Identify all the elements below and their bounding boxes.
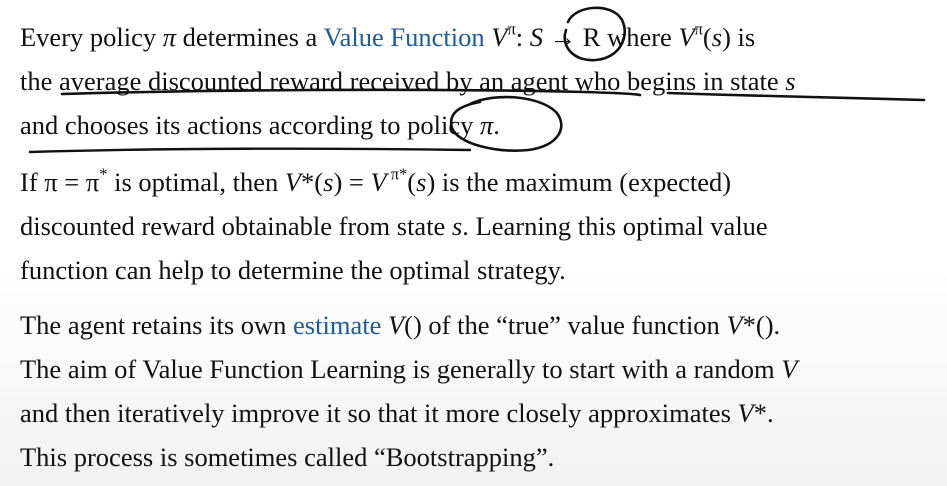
paragraph-2-line-1: If π = π* is optimal, then V*(s) = V π*(… <box>20 166 731 198</box>
text-run: *(). <box>742 310 781 340</box>
text-run: The agent retains its own <box>20 310 294 340</box>
math-symbol: V <box>737 398 754 428</box>
paragraph-1-line-3: and chooses its actions according to pol… <box>20 109 500 141</box>
superscript: π <box>694 19 703 39</box>
text-run: discounted reward obtainable from state <box>20 211 452 241</box>
highlighted-term: Value Function <box>323 22 485 52</box>
text-run: ( <box>702 22 712 52</box>
paragraph-2-line-3: function can help to determine the optim… <box>20 254 566 286</box>
text-run: ( <box>407 167 417 197</box>
text-run: . Learning this optimal value <box>462 211 768 241</box>
paragraph-3-line-2: The aim of Value Function Learning is ge… <box>20 353 797 385</box>
paragraph-1-line-2: the average discounted reward received b… <box>20 65 796 97</box>
text-run: The aim of Value Function Learning is ge… <box>20 354 782 384</box>
text-run: : <box>515 22 530 52</box>
paragraph-3-line-4: This process is sometimes called “Bootst… <box>20 441 554 473</box>
text-run: ( <box>314 167 324 197</box>
paragraph-2-line-2: discounted reward obtainable from state … <box>20 210 768 242</box>
text-run <box>381 310 388 340</box>
math-symbol: V <box>678 22 695 52</box>
paragraph-1-line-1: Every policy π determines a Value Functi… <box>20 21 755 53</box>
text-run: *. <box>753 398 774 428</box>
paragraph-3-line-3: and then iteratively improve it so that … <box>20 397 774 429</box>
highlighted-term: estimate <box>293 310 382 340</box>
text-run: If π = π <box>20 167 100 197</box>
math-symbol: V <box>284 167 302 197</box>
math-symbol: V <box>781 354 798 384</box>
document-page: Every policy π determines a Value Functi… <box>0 0 947 486</box>
paragraph-3-line-1: The agent retains its own estimate V() o… <box>20 309 780 341</box>
math-symbol: V <box>491 22 508 52</box>
text-run: ) = <box>333 167 371 197</box>
superscript: π <box>386 164 400 184</box>
math-symbol: π <box>479 110 494 140</box>
text-run: function can help to determine the optim… <box>20 255 566 285</box>
text-run: * <box>301 167 315 197</box>
text-run: → R where <box>543 22 679 52</box>
text-run: and chooses its actions according to pol… <box>20 110 480 140</box>
text-run: and then iteratively improve it so that … <box>20 398 738 428</box>
math-symbol: s <box>711 22 723 52</box>
math-symbol: s <box>451 211 463 241</box>
math-symbol: s <box>416 167 427 197</box>
math-symbol: V <box>726 310 743 340</box>
math-symbol: π <box>162 22 177 52</box>
text-run: () of the “true” value function <box>404 310 727 340</box>
text-run: This process is sometimes called “Bootst… <box>20 442 555 472</box>
text-run: Every policy <box>20 22 163 52</box>
math-symbol: s <box>785 66 796 96</box>
math-symbol: s <box>323 167 334 197</box>
text-run: the average discounted reward received b… <box>20 66 786 96</box>
math-symbol: V <box>370 167 387 197</box>
math-symbol: V <box>387 310 405 340</box>
text-run: is optimal, then <box>107 167 285 197</box>
text-run: ) is the maximum (expected) <box>426 167 732 197</box>
text-run: . <box>493 110 500 140</box>
math-symbol: S <box>529 22 544 52</box>
text-run: determines a <box>176 22 324 52</box>
text-run: ) is <box>722 22 756 52</box>
annotation-underline-line3 <box>28 147 472 154</box>
superscript: π <box>507 19 516 39</box>
